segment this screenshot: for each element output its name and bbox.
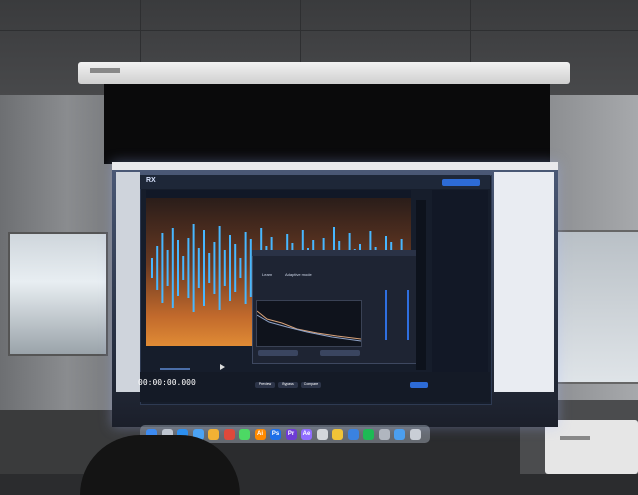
- compare-button[interactable]: Compare: [301, 382, 321, 388]
- app-toolbar: [140, 175, 490, 189]
- app-icon-4[interactable]: [378, 429, 390, 440]
- zoom-slider[interactable]: [160, 368, 190, 370]
- bypass-button[interactable]: Bypass: [278, 382, 298, 388]
- dialog-title-bar: [252, 250, 422, 256]
- transport-controls[interactable]: [200, 364, 250, 370]
- app-icon-1[interactable]: [316, 429, 328, 440]
- preview-button[interactable]: Preview: [255, 382, 275, 388]
- app-icon-3[interactable]: [347, 429, 359, 440]
- timecode-display: 00:00:00.000: [138, 378, 196, 387]
- reduction-fader[interactable]: [407, 290, 409, 340]
- background-window-left: [116, 172, 140, 392]
- chrome-icon[interactable]: [223, 429, 235, 440]
- app-icon-2[interactable]: [332, 429, 343, 440]
- noise-profile-graph: [256, 300, 362, 347]
- illustrator-icon[interactable]: Ai: [254, 429, 266, 440]
- right-window-glass: [556, 230, 638, 384]
- screen-housing-label: [90, 68, 120, 73]
- screen-top-border: [104, 84, 550, 164]
- photoshop-icon[interactable]: Ps: [270, 429, 281, 440]
- photos-icon[interactable]: [208, 429, 219, 440]
- ceiling-tile-line: [470, 0, 471, 62]
- ceiling-tile-line: [300, 0, 301, 62]
- threshold-fader[interactable]: [385, 290, 387, 340]
- level-meter: [416, 200, 426, 370]
- projector-screen-housing: [78, 62, 570, 84]
- render-button[interactable]: [410, 382, 428, 388]
- ceiling-tile-line: [140, 0, 141, 62]
- modules-button[interactable]: [442, 179, 480, 186]
- adaptive-mode-label[interactable]: Adaptive mode: [285, 272, 312, 277]
- messages-icon[interactable]: [239, 429, 250, 440]
- left-window-glass: [8, 232, 108, 356]
- timeline-ruler[interactable]: [146, 190, 411, 198]
- printer-label: [560, 436, 590, 440]
- quality-slider[interactable]: [258, 350, 298, 356]
- premiere-icon[interactable]: Pr: [285, 429, 297, 440]
- app-icon-5[interactable]: [394, 429, 405, 440]
- noise-profile-curve: [256, 310, 362, 342]
- menu-bar: [112, 162, 558, 170]
- app-logo: RX: [146, 177, 156, 184]
- trash-icon[interactable]: [409, 429, 421, 440]
- play-icon[interactable]: [220, 364, 225, 370]
- printer: [545, 420, 638, 474]
- background-window-right: [494, 172, 554, 392]
- learn-label[interactable]: Learn: [262, 272, 272, 277]
- spotify-icon[interactable]: [363, 429, 374, 440]
- module-list-panel: [432, 190, 488, 400]
- after-effects-icon[interactable]: Ae: [301, 429, 312, 440]
- algorithm-slider[interactable]: [320, 350, 360, 356]
- ceiling-tile-line: [0, 30, 638, 31]
